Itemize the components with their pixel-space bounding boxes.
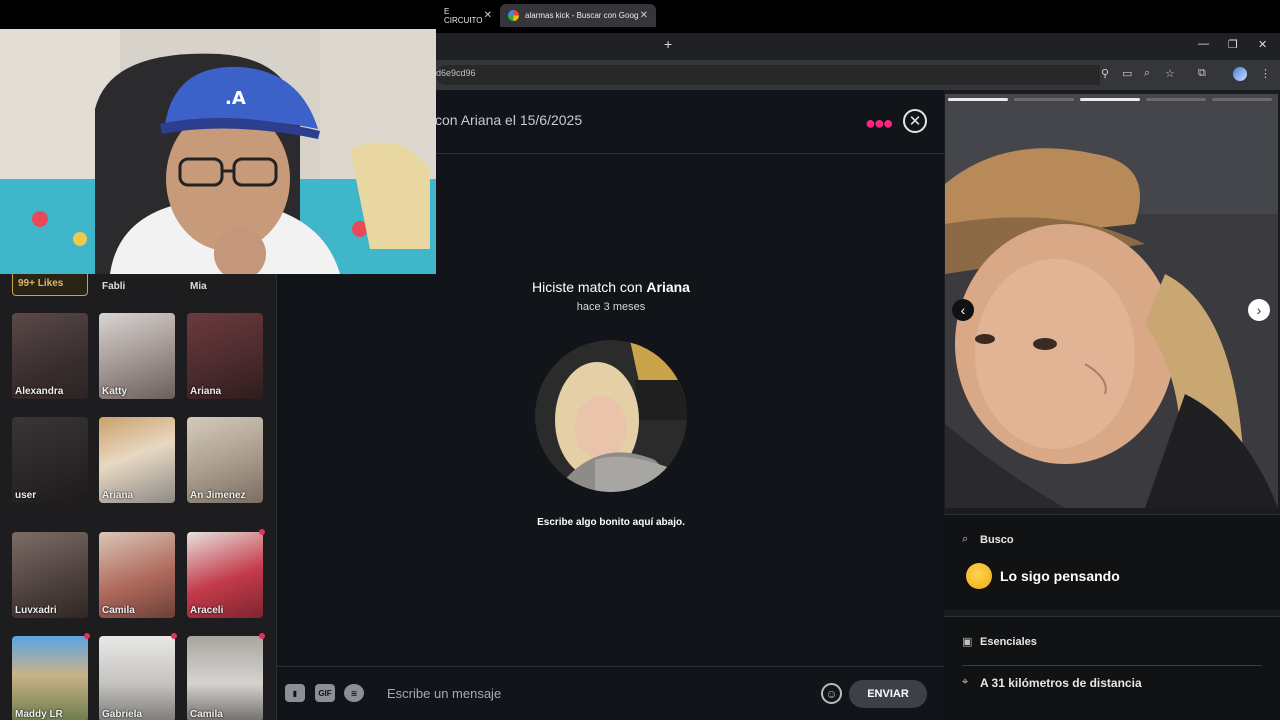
looking-for-label: Busco <box>980 534 1014 546</box>
tab-title: E CIRCUITO <box>444 6 483 25</box>
match-card-name[interactable]: Mia <box>190 281 207 292</box>
menu-kebab-icon[interactable]: ⋮ <box>1260 67 1271 80</box>
match-card[interactable]: Gabriela <box>99 633 177 720</box>
gif-button[interactable]: GIF <box>315 684 335 702</box>
match-avatar[interactable] <box>535 340 687 492</box>
match-card-name: An Jimenez <box>190 490 246 501</box>
bookmark-star-icon[interactable]: ☆ <box>1165 67 1175 80</box>
match-card-name: Ariana <box>190 386 222 397</box>
send-button[interactable]: ENVIAR <box>849 680 927 708</box>
unread-dot <box>259 529 265 535</box>
photo-progress-segment <box>1080 98 1140 101</box>
new-tab-button[interactable]: + <box>664 36 672 52</box>
url-text[interactable]: d6e9cd96 <box>436 68 476 78</box>
looking-for-section: ⌕ Busco Lo sigo pensando <box>944 514 1280 610</box>
unread-dot <box>171 633 177 639</box>
photo-progress-segment <box>1014 98 1074 101</box>
match-card[interactable]: user <box>12 417 88 503</box>
essentials-label: Esenciales <box>980 636 1037 648</box>
extensions-icon[interactable]: ⧉ <box>1198 67 1206 80</box>
match-card-name: Luvxadri <box>15 605 57 616</box>
address-bar[interactable] <box>436 65 1100 85</box>
chat-title: con Ariana el 15/6/2025 <box>435 112 583 128</box>
browser-tab[interactable]: E CIRCUITO ✕ <box>436 4 500 27</box>
match-card[interactable]: Maddy LR <box>12 633 90 720</box>
match-card-name: Camila <box>102 605 135 616</box>
minimize-button[interactable]: — <box>1198 38 1209 50</box>
match-card-name: Camila <box>190 709 223 720</box>
likes-badge[interactable]: 99+ Likes <box>12 274 88 296</box>
hint-text: Escribe algo bonito aquí abajo. <box>537 517 685 528</box>
emoji-icon[interactable]: ☺ <box>821 683 842 704</box>
search-icon: ⌕ <box>962 533 969 545</box>
cast-icon[interactable]: ▭ <box>1122 67 1132 80</box>
photo-progress-segment <box>1212 98 1272 101</box>
divider <box>962 665 1262 666</box>
message-input[interactable]: Escribe un mensaje <box>387 686 501 701</box>
next-photo-arrow[interactable]: › <box>1248 299 1270 321</box>
close-window-button[interactable]: ✕ <box>1258 38 1267 51</box>
browser-tab-active[interactable]: alarmas kick - Buscar con Goog ✕ <box>500 4 656 27</box>
match-prefix: Hiciste match con <box>532 279 647 295</box>
match-card[interactable]: Camila <box>99 532 175 618</box>
close-chat-button[interactable]: ✕ <box>903 109 927 133</box>
match-card[interactable]: Ariana <box>187 313 263 399</box>
profile-panel: ‹ › ⌕ Busco Lo sigo pensando ▣ Esenciale… <box>944 90 1280 720</box>
match-card[interactable]: Luvxadri <box>12 532 88 618</box>
close-tab-icon[interactable]: ✕ <box>640 10 648 21</box>
location-icon[interactable]: ⚲ <box>1101 67 1109 80</box>
match-card[interactable]: Alexandra <box>12 313 88 399</box>
message-composer: ▮ GIF ≋ Escribe un mensaje ☺ ENVIAR <box>277 666 945 720</box>
zoom-icon[interactable]: ⌕ <box>1144 67 1150 80</box>
profile-avatar[interactable] <box>1233 67 1247 81</box>
more-options-icon[interactable]: ●●● <box>865 113 894 134</box>
close-tab-icon[interactable]: ✕ <box>484 10 492 21</box>
match-card[interactable]: Katty <box>99 313 175 399</box>
previous-photo-arrow[interactable]: ‹ <box>952 299 974 321</box>
match-card[interactable]: Araceli <box>187 529 265 618</box>
distance-text: A 31 kilómetros de distancia <box>980 676 1142 690</box>
match-card-name: Maddy LR <box>15 709 63 720</box>
match-card-name: Katty <box>102 386 128 397</box>
essentials-section: ▣ Esenciales ⌖ A 31 kilómetros de distan… <box>944 616 1280 720</box>
location-pin-icon: ⌖ <box>962 676 969 688</box>
match-card-name[interactable]: Fabli <box>102 281 125 292</box>
id-card-icon: ▣ <box>962 636 973 648</box>
looking-for-value: Lo sigo pensando <box>1000 568 1120 584</box>
match-card-selected[interactable]: Ariana <box>99 417 175 503</box>
unread-dot <box>84 633 90 639</box>
contact-card-icon[interactable]: ▮ <box>285 684 305 702</box>
match-card[interactable]: An Jimenez <box>187 417 263 503</box>
match-card[interactable]: Camila <box>187 633 265 720</box>
spotify-icon[interactable]: ≋ <box>344 684 364 702</box>
match-name: Ariana <box>646 279 690 295</box>
unread-dot <box>259 633 265 639</box>
svg-text:.A: .A <box>225 88 246 109</box>
google-icon <box>508 10 519 21</box>
match-card-name: Gabriela <box>102 709 143 720</box>
maximize-button[interactable]: ❐ <box>1228 38 1238 51</box>
match-card-name: Araceli <box>190 605 224 616</box>
match-time: hace 3 meses <box>576 301 646 313</box>
tab-title: alarmas kick - Buscar con Goog <box>525 11 639 20</box>
photo-progress-segment <box>948 98 1008 101</box>
thinking-emoji-icon <box>966 563 992 589</box>
match-card-name: Ariana <box>102 490 134 501</box>
photo-progress-segment <box>1146 98 1206 101</box>
match-card-name: Alexandra <box>15 386 64 397</box>
match-title: Hiciste match con Ariana <box>277 279 945 295</box>
webcam-overlay: .A <box>0 29 436 274</box>
profile-photo[interactable] <box>945 94 1278 508</box>
match-card-name: user <box>15 490 37 501</box>
